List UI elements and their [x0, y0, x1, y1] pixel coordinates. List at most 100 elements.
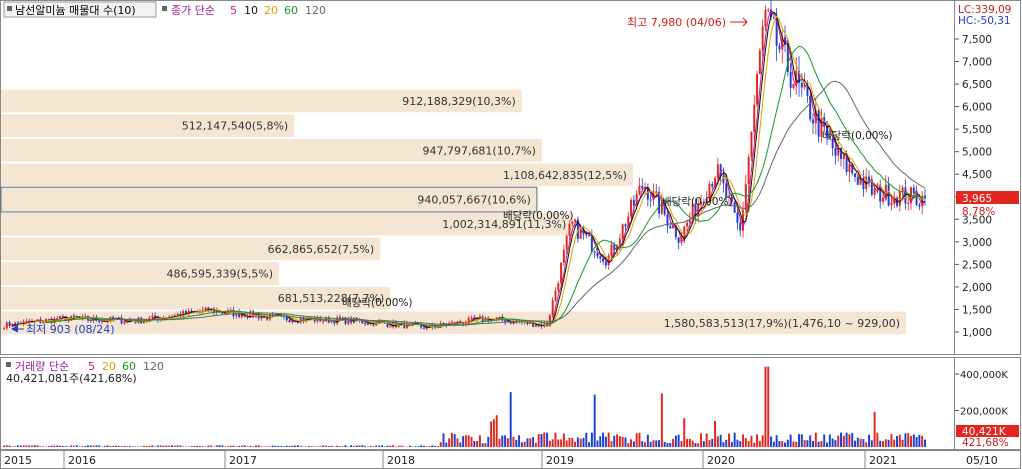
x-label-end: 05/10: [966, 454, 998, 467]
volume-bar: [778, 441, 781, 447]
volume-bar: [347, 446, 350, 447]
volume-bar: [784, 442, 787, 447]
volume-bar: [814, 432, 817, 447]
volume-bar: [915, 437, 918, 447]
volume-bar: [420, 445, 423, 447]
volume-bar: [879, 440, 882, 447]
candle-body: [812, 119, 815, 124]
volume-bar: [655, 440, 658, 447]
volume-bar: [434, 445, 437, 447]
price-tick-label: 5,000: [962, 147, 992, 159]
volume-bar: [288, 445, 291, 447]
x-label-2017: 2017: [229, 454, 257, 467]
volume-bar: [798, 434, 801, 447]
volume-bar: [750, 435, 753, 447]
volume-bar: [322, 445, 325, 447]
volume-bar: [182, 446, 185, 447]
volume-bar: [644, 442, 647, 447]
volume-bar: [551, 439, 554, 447]
candle-body: [364, 323, 367, 325]
candle-body: [854, 173, 856, 178]
volume-bar: [400, 445, 403, 447]
candle-body: [750, 131, 753, 157]
volume-bar: [912, 434, 915, 447]
volume-bar: [520, 442, 523, 447]
candle-body: [534, 325, 537, 327]
volume-bar: [67, 446, 70, 447]
volume-bar: [299, 445, 302, 447]
volume-bar: [893, 439, 896, 447]
volume-bar: [61, 445, 64, 447]
candle-body: [602, 258, 605, 262]
candle-body: [450, 322, 453, 324]
volume-bar: [467, 435, 470, 447]
price-tick-label: 2,500: [962, 259, 992, 271]
candle-body: [817, 110, 820, 137]
volume-bar: [630, 439, 633, 447]
title-square-icon: [7, 6, 12, 11]
volume-bar: [42, 446, 45, 447]
volume-bar: [392, 445, 395, 447]
candle-body: [621, 224, 624, 239]
volume-bar: [249, 445, 252, 447]
volume-bar: [95, 445, 98, 447]
price-tick-label: 1,500: [962, 304, 992, 316]
volume-bar: [148, 445, 151, 447]
volume-bar: [509, 392, 512, 447]
volume-bar: [246, 446, 249, 447]
candle-body: [61, 316, 64, 318]
volume-bar: [565, 440, 568, 447]
volume-bar: [579, 438, 582, 447]
volume-profile-label: 1,580,583,513(17,9%)(1,476,10 ~ 929,00): [664, 317, 900, 330]
volume-bar: [280, 446, 283, 447]
candle-body: [618, 238, 621, 246]
volume-bar: [271, 445, 274, 447]
candle-body: [551, 300, 554, 316]
volume-bar: [803, 440, 806, 447]
price-tick-label: 1,000: [962, 327, 992, 339]
candle-body: [789, 71, 792, 88]
volume-bar: [884, 439, 887, 447]
volume-bar: [221, 445, 224, 447]
volume-bar: [627, 443, 630, 447]
candle-body: [610, 244, 613, 256]
ma-period-5: 5: [230, 4, 237, 17]
volume-bar: [876, 432, 879, 447]
volume-bar: [554, 432, 557, 447]
volume-bar: [722, 442, 725, 447]
volume-bar: [862, 439, 865, 447]
volume-bar: [490, 421, 493, 447]
candle-body: [907, 202, 910, 204]
volume-bar: [770, 436, 773, 447]
volume-bar: [215, 445, 218, 447]
volume-bar: [674, 435, 677, 447]
price-tick-label: 5,500: [962, 124, 992, 136]
vol-period-120: 120: [143, 360, 164, 373]
candle-body: [568, 223, 571, 237]
volume-bar: [607, 432, 610, 447]
volume-bar: [254, 445, 257, 447]
candle-body: [11, 325, 14, 327]
x-label-2016: 2016: [68, 454, 96, 467]
volume-bar: [120, 446, 123, 447]
candle-body: [761, 26, 764, 51]
volume-bar: [546, 432, 549, 447]
volume-bar: [201, 446, 204, 447]
candle-body: [772, 17, 775, 19]
volume-bar: [487, 436, 490, 447]
volume-bar: [831, 438, 834, 447]
volume-bar: [845, 432, 848, 447]
volume-bar: [445, 442, 448, 447]
volume-bar: [448, 438, 451, 447]
volume-bar: [336, 445, 339, 447]
candle-body: [756, 73, 759, 105]
candle-body: [649, 199, 652, 201]
volume-bar: [464, 435, 467, 447]
volume-bar: [532, 437, 535, 447]
volume-square-icon: [6, 362, 11, 367]
candle-body: [758, 50, 761, 74]
volume-bar: [859, 438, 862, 447]
x-label-2020: 2020: [707, 454, 735, 467]
candle-body: [422, 327, 425, 329]
candle-body: [98, 320, 101, 322]
